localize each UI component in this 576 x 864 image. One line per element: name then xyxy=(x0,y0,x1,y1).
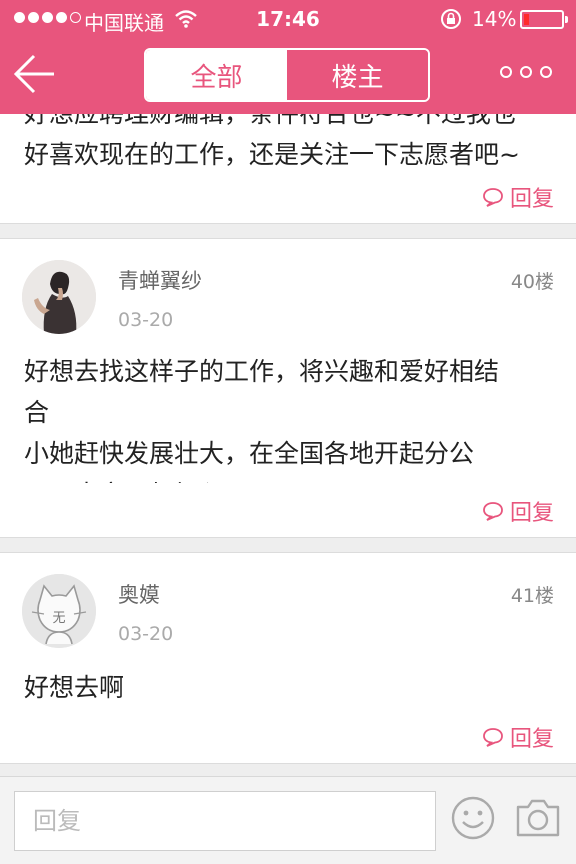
post-content-line: 司，大家一起加入 xyxy=(24,474,554,483)
comment-icon xyxy=(483,728,503,747)
back-arrow-icon xyxy=(13,54,54,94)
comment-icon xyxy=(483,502,503,521)
reply-label: 回复 xyxy=(509,501,554,526)
reply-button[interactable]: 回复 xyxy=(482,721,554,753)
avatar-label: 无 xyxy=(52,611,65,626)
post-content-line: 合 xyxy=(24,398,50,427)
tab-op-only[interactable]: 楼主 xyxy=(287,50,428,100)
post-date: 03-20 xyxy=(118,309,174,331)
top-header: 中国联通 17:46 14% 全部 楼主 xyxy=(0,0,576,114)
battery-percent: 14% xyxy=(472,7,517,31)
post-date: 03-20 xyxy=(118,623,174,645)
camera-icon[interactable] xyxy=(514,797,562,843)
status-bar: 中国联通 17:46 14% xyxy=(0,0,576,40)
comment-icon xyxy=(483,188,503,207)
post-content: 好想去啊 xyxy=(24,667,554,711)
reply-button[interactable]: 回复 xyxy=(482,181,554,213)
username[interactable]: 奥嫫 xyxy=(118,579,160,609)
username[interactable]: 青蝉翼纱 xyxy=(118,265,202,295)
filter-segmented-control: 全部 楼主 xyxy=(144,48,430,102)
emoji-icon[interactable] xyxy=(450,795,496,845)
tab-all[interactable]: 全部 xyxy=(146,50,287,100)
post-content-line: 好想去找这样子的工作，将兴趣和爱好相结 xyxy=(24,357,500,386)
avatar[interactable] xyxy=(22,260,96,334)
post-content-line: 小她赶快发展壮大，在全国各地开起分公 xyxy=(24,439,475,468)
post-content: 好想去找这样子的工作，将兴趣和爱好相结 合 小她赶快发展壮大，在全国各地开起分公… xyxy=(24,351,554,483)
reply-label: 回复 xyxy=(509,727,554,752)
floor-number: 41楼 xyxy=(510,585,554,607)
avatar[interactable]: 无 xyxy=(22,574,96,648)
reply-label: 回复 xyxy=(509,187,554,212)
post-card: 无 奥嫫 41楼 03-20 好想去啊 回复 xyxy=(0,552,576,764)
reply-bar: 回复 xyxy=(0,776,576,864)
post-content-line: 好喜欢现在的工作，还是关注一下志愿者吧~ xyxy=(24,140,520,169)
reply-button[interactable]: 回复 xyxy=(482,495,554,527)
floor-number: 40楼 xyxy=(510,271,554,293)
post-content-line: 好想去啊 xyxy=(24,673,125,702)
more-options-icon[interactable] xyxy=(500,66,552,78)
post-card: 青蝉翼纱 40楼 03-20 好想去找这样子的工作，将兴趣和爱好相结 合 小她赶… xyxy=(0,238,576,538)
reply-input[interactable]: 回复 xyxy=(14,791,436,851)
battery-icon xyxy=(520,10,568,29)
rotation-lock-icon xyxy=(440,8,462,35)
back-button[interactable] xyxy=(10,50,60,98)
